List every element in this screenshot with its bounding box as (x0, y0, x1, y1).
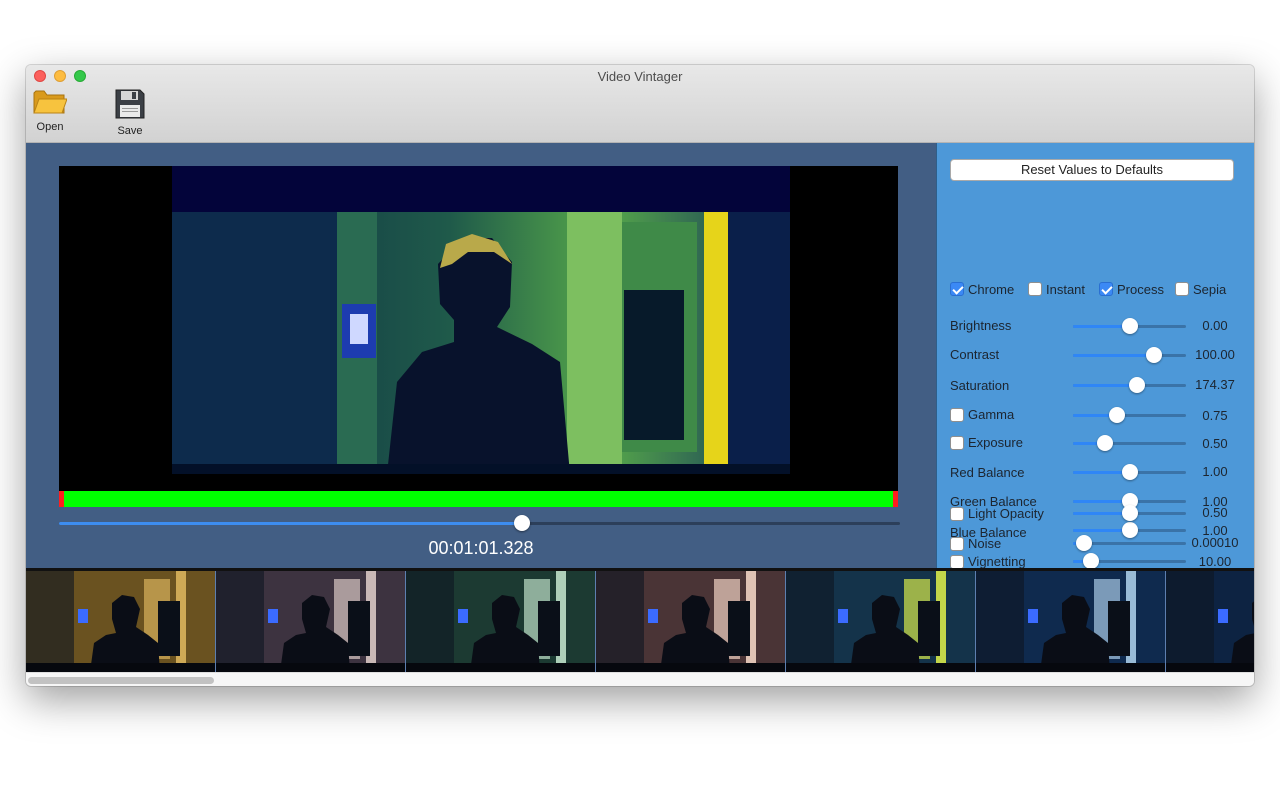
saturation-label: Saturation (950, 378, 1010, 393)
open-label: Open (36, 121, 64, 133)
vignetting-slider-knob[interactable] (1083, 553, 1100, 569)
brightness-slider[interactable] (1073, 318, 1186, 334)
app-window: Video Vintager Open Save 00:01:01.328 Re… (26, 65, 1254, 686)
vignetting-checkbox[interactable] (950, 555, 964, 569)
brightness-label: Brightness (950, 318, 1012, 333)
exposure-value: 0.50 (1202, 436, 1228, 451)
save-button[interactable]: Save (105, 89, 155, 137)
red-balance-slider-knob[interactable] (1121, 464, 1138, 480)
floppy-disk-icon (115, 89, 145, 119)
light-opacity-value: 0.50 (1202, 505, 1228, 520)
gamma-label: Gamma (968, 407, 1015, 422)
horizontal-scrollbar[interactable] (26, 672, 1254, 686)
contrast-slider[interactable] (1073, 347, 1186, 363)
reset-defaults-button[interactable]: Reset Values to Defaults (950, 159, 1234, 181)
light-opacity-slider-knob[interactable] (1121, 505, 1138, 521)
filter-process-checkbox[interactable] (1099, 282, 1113, 296)
horizontal-scrollbar-thumb[interactable] (28, 677, 214, 684)
video-area: 00:01:01.328 (26, 143, 936, 568)
seek-slider-fill (59, 522, 523, 525)
contrast-slider-fill (1073, 354, 1155, 357)
gamma-checkbox[interactable] (950, 408, 964, 422)
saturation-value: 174.37 (1195, 377, 1235, 392)
filter-sepia-checkbox[interactable] (1175, 282, 1189, 296)
folder-icon (33, 90, 67, 114)
red-balance-label: Red Balance (950, 465, 1025, 480)
red-balance-slider[interactable] (1073, 464, 1186, 480)
exposure-slider[interactable] (1073, 435, 1186, 451)
noise-checkbox[interactable] (950, 537, 964, 551)
saturation-slider-fill (1073, 384, 1138, 387)
gamma-slider[interactable] (1073, 407, 1186, 423)
green-balance-slider[interactable] (1073, 493, 1186, 509)
saturation-slider[interactable] (1073, 377, 1186, 393)
light-opacity-checkbox[interactable] (950, 507, 964, 521)
filter-process-label: Process (1117, 282, 1164, 297)
light-opacity-slider[interactable] (1073, 505, 1186, 521)
contrast-slider-knob[interactable] (1146, 347, 1163, 363)
vignetting-slider[interactable] (1073, 553, 1186, 569)
contrast-value: 100.00 (1195, 347, 1235, 362)
filter-sepia-label: Sepia (1193, 282, 1227, 297)
noise-label: Noise (968, 536, 1002, 551)
exposure-label: Exposure (968, 435, 1023, 450)
blue-balance-slider[interactable] (1073, 522, 1186, 538)
thumbnail-strip[interactable] (26, 568, 1254, 672)
filter-instant-checkbox[interactable] (1028, 282, 1042, 296)
thumbnail-1[interactable] (26, 571, 216, 672)
noise-slider[interactable] (1073, 535, 1186, 551)
open-button[interactable]: Open (26, 89, 75, 133)
seek-slider-knob[interactable] (514, 515, 531, 531)
blue-balance-slider-knob[interactable] (1121, 522, 1138, 538)
noise-value: 0.00010 (1191, 535, 1239, 550)
exposure-slider-knob[interactable] (1096, 435, 1113, 451)
brightness-value: 0.00 (1202, 318, 1228, 333)
brightness-slider-knob[interactable] (1121, 318, 1138, 334)
filter-chrome-label: Chrome (968, 282, 1015, 297)
light-opacity-label: Light Opacity (968, 506, 1044, 521)
thumbnail-5[interactable] (786, 571, 976, 672)
gamma-slider-knob[interactable] (1109, 407, 1126, 423)
thumbnail-4[interactable] (596, 571, 786, 672)
thumbnail-7[interactable] (1166, 571, 1254, 672)
save-label: Save (117, 125, 143, 137)
contrast-label: Contrast (950, 347, 1000, 362)
timecode-text: 00:01:01.328 (428, 538, 534, 558)
filter-instant-label: Instant (1046, 282, 1086, 297)
vignetting-label: Vignetting (968, 554, 1026, 569)
filter-chrome-checkbox[interactable] (950, 282, 964, 296)
gamma-value: 0.75 (1202, 408, 1228, 423)
seek-slider[interactable] (59, 515, 900, 531)
vignetting-value: 10.00 (1198, 554, 1232, 569)
title-bar: Video Vintager Open Save (26, 65, 1254, 143)
thumbnail-6[interactable] (976, 571, 1166, 672)
exposure-checkbox[interactable] (950, 436, 964, 450)
thumbnail-2[interactable] (216, 571, 406, 672)
saturation-slider-knob[interactable] (1129, 377, 1146, 393)
video-frame-image (172, 212, 790, 474)
trim-range-bar[interactable] (59, 491, 898, 507)
window-title: Video Vintager (597, 69, 683, 84)
thumbnail-3[interactable] (406, 571, 596, 672)
timecode-display: 00:01:01.328 (26, 538, 936, 559)
red-balance-value: 1.00 (1202, 464, 1228, 479)
video-player[interactable] (59, 166, 898, 492)
video-frame (172, 166, 790, 474)
